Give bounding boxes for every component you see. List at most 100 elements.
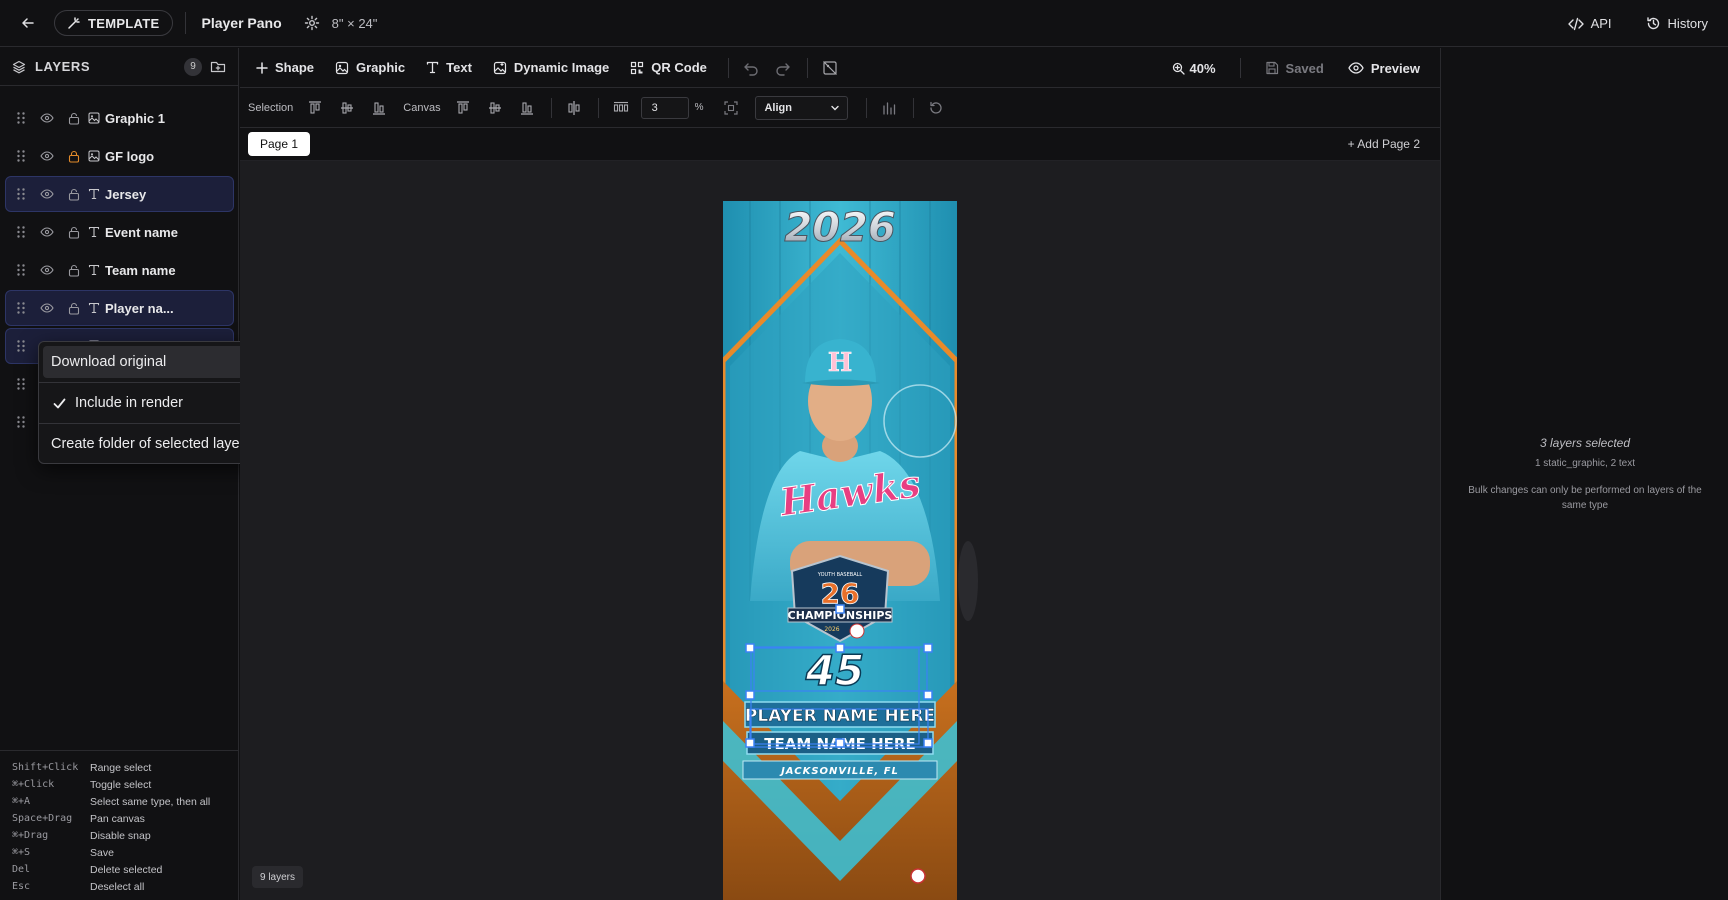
align-bottom-icon[interactable]	[371, 100, 387, 116]
distribute-spacing-icon[interactable]	[613, 100, 629, 116]
layer-row[interactable]: Event name	[5, 214, 234, 250]
visibility-eye-icon[interactable]	[40, 111, 54, 125]
lock-icon[interactable]	[68, 264, 80, 277]
divider	[184, 12, 186, 34]
gear-icon[interactable]	[304, 15, 320, 31]
image-icon	[335, 61, 349, 74]
zoom-control[interactable]: 40%	[1172, 61, 1216, 76]
tool-label: Shape	[275, 60, 315, 75]
art-location[interactable]: JACKSONVILLE, FL	[779, 766, 899, 777]
history-button[interactable]: History	[1646, 16, 1708, 31]
reset-rotation-icon[interactable]	[928, 100, 944, 116]
drag-handle-icon[interactable]	[16, 339, 26, 353]
design-canvas[interactable]: 2026 H Hawks YOUTH BASEBALL 26 CHAMPIONS…	[240, 161, 1440, 900]
template-badge[interactable]: TEMPLATE	[54, 10, 173, 36]
add-text-button[interactable]: Text	[426, 60, 472, 75]
center-horizontal-icon[interactable]	[566, 100, 582, 116]
canvas-align-bottom-icon[interactable]	[519, 100, 535, 116]
selection-summary-types: 1 static_graphic, 2 text	[1534, 458, 1636, 469]
drag-handle-icon[interactable]	[16, 263, 26, 277]
layer-context-menu: Download original Include in render Crea…	[38, 341, 265, 464]
divider	[727, 57, 729, 78]
align-dropdown[interactable]: Align	[755, 95, 849, 120]
menu-item-include-in-render[interactable]: Include in render	[43, 387, 260, 419]
drag-handle-icon[interactable]	[16, 377, 26, 391]
shortcut-row: Space+Drag Pan canvas	[12, 810, 238, 827]
drag-handle-icon[interactable]	[16, 301, 26, 315]
layer-row[interactable]: Team name	[5, 252, 234, 288]
saved-label: Saved	[1285, 60, 1324, 76]
lock-icon[interactable]	[68, 112, 80, 125]
shortcut-description: Disable snap	[90, 829, 151, 842]
shortcut-description: Toggle select	[90, 778, 152, 791]
distribute-icon[interactable]	[881, 100, 897, 116]
redo-icon[interactable]	[775, 60, 791, 76]
add-dynamic-image-button[interactable]: Dynamic Image	[493, 60, 609, 75]
page-tabs: Page 1 + Add Page 2	[240, 128, 1440, 161]
lock-icon[interactable]	[68, 188, 80, 201]
canvas-align-middle-icon[interactable]	[487, 100, 503, 116]
shortcut-description: Pan canvas	[90, 812, 145, 825]
layer-name: GF logo	[105, 148, 155, 164]
layer-row[interactable]: Graphic 1	[5, 100, 234, 136]
menu-divider	[39, 423, 264, 424]
keyboard-shortcuts: Shift+Click Range select ⌘+Click Toggle sel…	[0, 750, 238, 895]
bulk-edit-note: Bulk changes can only be performed on la…	[1468, 485, 1702, 511]
text-layer-icon	[87, 302, 100, 315]
visibility-eye-icon[interactable]	[40, 225, 54, 239]
layer-name: Jersey	[105, 186, 147, 202]
document-title[interactable]: Player Pano	[202, 15, 282, 31]
preview-button[interactable]: Preview	[1348, 61, 1420, 76]
layer-row[interactable]: GF logo	[5, 138, 234, 174]
align-top-icon[interactable]	[307, 100, 323, 116]
layer-name: Graphic 1	[105, 110, 165, 126]
shortcut-description: Range select	[90, 761, 152, 774]
drag-handle-icon[interactable]	[16, 149, 26, 163]
lock-icon[interactable]	[68, 150, 80, 163]
text-layer-icon	[87, 226, 100, 239]
shortcut-description: Delete selected	[90, 863, 163, 876]
add-qr-code-button[interactable]: QR Code	[630, 60, 707, 75]
visibility-eye-icon[interactable]	[40, 149, 54, 163]
drag-handle-icon[interactable]	[16, 415, 26, 429]
back-arrow-icon[interactable]	[18, 13, 38, 33]
template-artwork[interactable]: 2026 H Hawks YOUTH BASEBALL 26 CHAMPIONS…	[240, 161, 1440, 900]
zoom-value: 40%	[1189, 60, 1216, 76]
api-button[interactable]: API	[1567, 16, 1612, 31]
drag-handle-icon[interactable]	[16, 225, 26, 239]
tab-page-1[interactable]: Page 1	[248, 132, 311, 156]
menu-item-download-original[interactable]: Download original	[43, 346, 260, 378]
add-page-button[interactable]: + Add Page 2	[1348, 137, 1420, 151]
visibility-eye-icon[interactable]	[40, 301, 54, 315]
layer-row[interactable]: Player na...	[5, 290, 234, 326]
lock-icon[interactable]	[68, 302, 80, 315]
properties-panel: 3 layers selected 1 static_graphic, 2 te…	[1440, 48, 1728, 900]
menu-item-create-folder[interactable]: Create folder of selected layers	[43, 428, 260, 460]
new-folder-icon[interactable]	[210, 59, 226, 75]
drag-handle-icon[interactable]	[16, 111, 26, 125]
art-jersey-number[interactable]: 45	[804, 645, 865, 696]
add-shape-button[interactable]: Shape	[256, 60, 314, 75]
gf-logo-mark[interactable]	[910, 868, 926, 884]
shortcut-key: ⌘+Drag	[12, 830, 49, 841]
artwork-group	[723, 201, 957, 900]
add-graphic-button[interactable]: Graphic	[335, 60, 405, 75]
template-label: TEMPLATE	[88, 15, 160, 31]
layer-row[interactable]: Jersey	[5, 176, 234, 212]
visibility-eye-icon[interactable]	[40, 263, 54, 277]
badge-year: 2026	[824, 626, 839, 633]
shortcut-row: ⌘+A Select same type, then all	[12, 793, 238, 810]
lock-icon[interactable]	[68, 226, 80, 239]
drag-handle-icon[interactable]	[16, 187, 26, 201]
shortcut-key: Shift+Click	[12, 762, 79, 773]
document-size: 8" × 24"	[331, 15, 378, 31]
spacing-input[interactable]	[640, 96, 689, 119]
undo-icon[interactable]	[743, 60, 759, 76]
fit-to-canvas-icon[interactable]	[723, 100, 739, 116]
canvas-align-top-icon[interactable]	[455, 100, 471, 116]
layers-title: LAYERS	[35, 59, 91, 74]
hide-guides-icon[interactable]	[822, 60, 838, 76]
visibility-eye-icon[interactable]	[40, 187, 54, 201]
art-year[interactable]: 2026	[784, 205, 896, 252]
align-middle-icon[interactable]	[339, 100, 355, 116]
